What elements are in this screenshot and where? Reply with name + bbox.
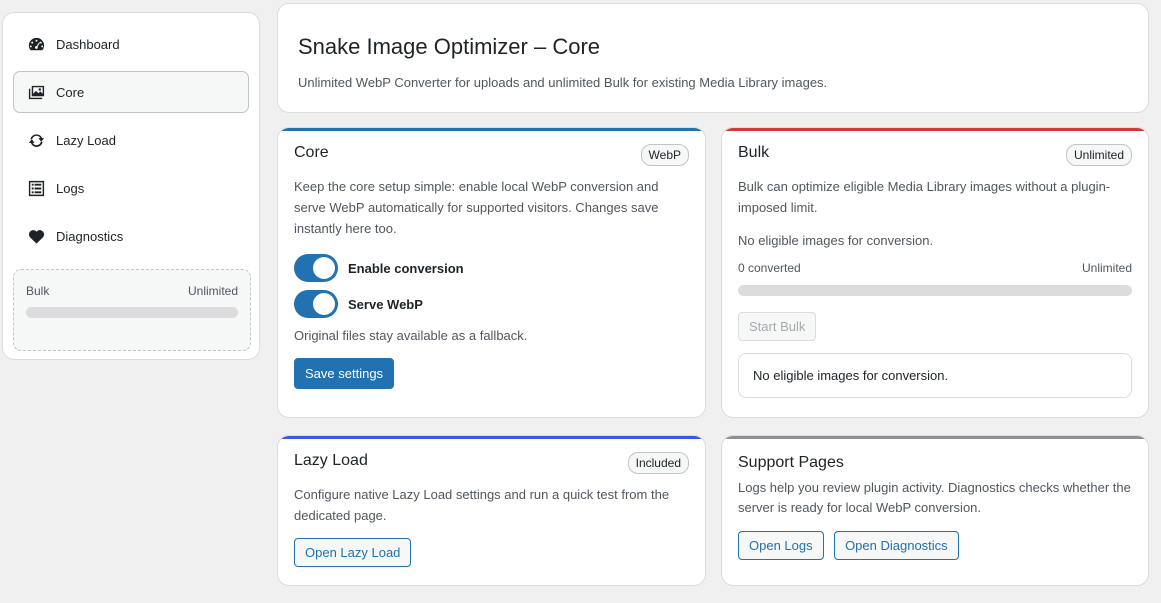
list-icon <box>26 178 46 198</box>
sidebar-bulk-progress <box>26 307 238 318</box>
sidebar-item-lazy-load[interactable]: Lazy Load <box>13 119 249 161</box>
card-description: Configure native Lazy Load settings and … <box>294 487 670 523</box>
save-settings-button[interactable]: Save settings <box>294 358 395 389</box>
support-pages-card: Support Pages Logs help you review plugi… <box>721 435 1149 586</box>
sidebar-item-label: Lazy Load <box>56 132 116 148</box>
enable-conversion-toggle[interactable] <box>294 254 338 282</box>
sidebar-item-label: Logs <box>56 180 85 196</box>
toggle-row-enable-conversion: Enable conversion <box>294 253 689 283</box>
open-diagnostics-button[interactable]: Open Diagnostics <box>834 531 959 560</box>
sidebar-bulk-value: Unlimited <box>187 284 238 298</box>
sidebar-item-logs[interactable]: Logs <box>13 167 249 209</box>
update-icon <box>26 130 46 150</box>
card-description: Bulk can optimize eligible Media Library… <box>738 179 1111 215</box>
card-description: Keep the core setup simple: enable local… <box>294 179 659 236</box>
open-logs-button[interactable]: Open Logs <box>738 531 824 560</box>
card-title: Support Pages <box>738 454 844 471</box>
converted-count: 0 converted <box>738 261 801 275</box>
status-badge: Included <box>627 452 689 474</box>
bulk-progress-bar <box>738 285 1132 296</box>
open-lazy-load-button[interactable]: Open Lazy Load <box>294 538 412 567</box>
bulk-card: Bulk Unlimited Bulk can optimize eligibl… <box>721 127 1149 418</box>
start-bulk-button[interactable]: Start Bulk <box>738 312 817 341</box>
sidebar-item-label: Diagnostics <box>56 228 124 244</box>
toggle-label: Enable conversion <box>348 260 464 276</box>
toggle-label: Serve WebP <box>348 296 423 312</box>
card-description: Logs help you review plugin activity. Di… <box>738 480 1131 515</box>
images-icon <box>26 82 46 102</box>
sidebar-bulk-label: Bulk <box>26 284 50 298</box>
bulk-limit: Unlimited <box>1081 261 1132 275</box>
lazy-load-card: Lazy Load Included Configure native Lazy… <box>277 435 706 586</box>
page-subtitle: Unlimited WebP Converter for uploads and… <box>298 75 828 90</box>
sidebar-item-label: Core <box>56 84 85 100</box>
card-title: Bulk <box>738 144 770 161</box>
card-title: Core <box>294 144 329 161</box>
fallback-note: Original files stay available as a fallb… <box>294 328 528 343</box>
status-badge: Unlimited <box>1065 144 1132 166</box>
card-title: Lazy Load <box>294 452 368 469</box>
serve-webp-toggle[interactable] <box>294 290 338 318</box>
toggle-row-serve-webp: Serve WebP <box>294 289 689 319</box>
sidebar-item-label: Dashboard <box>56 36 120 52</box>
sidebar-item-dashboard[interactable]: Dashboard <box>13 23 249 65</box>
sidebar-item-diagnostics[interactable]: Diagnostics <box>13 215 249 257</box>
core-card: Core WebP Keep the core setup simple: en… <box>277 127 706 418</box>
dashboard-icon <box>26 34 46 54</box>
sidebar-bulk-status: Bulk Unlimited <box>13 269 251 351</box>
page-header: Snake Image Optimizer – Core Unlimited W… <box>277 3 1149 113</box>
heart-icon <box>26 226 46 246</box>
sidebar-item-core[interactable]: Core <box>13 71 249 113</box>
status-badge: WebP <box>640 144 689 166</box>
bulk-notice: No eligible images for conversion. <box>738 353 1132 398</box>
bulk-status-text: No eligible images for conversion. <box>738 233 934 248</box>
page-title: Snake Image Optimizer – Core <box>298 34 601 59</box>
sidebar: Dashboard Core Lazy Load Logs Diagnostic… <box>2 12 260 360</box>
